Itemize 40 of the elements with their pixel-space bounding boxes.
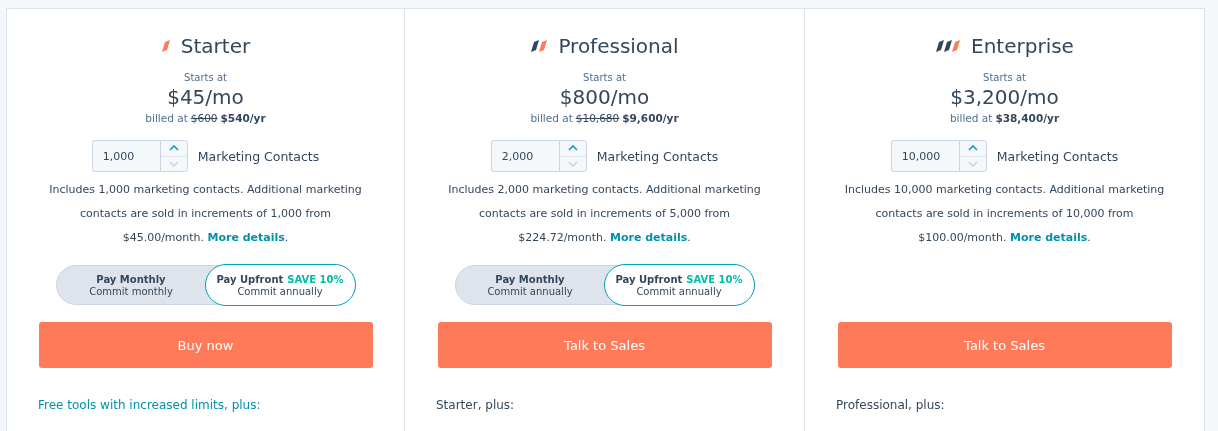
contacts-label: Marketing Contacts xyxy=(197,148,320,164)
yearly-price: $540/yr xyxy=(220,112,266,124)
chevron-down-icon xyxy=(168,160,179,167)
plan-name: Starter xyxy=(180,34,251,58)
payment-option[interactable]: Pay Upfront SAVE 10% Commit annually xyxy=(603,264,755,306)
more-details-link[interactable]: More details xyxy=(207,231,285,244)
contacts-input[interactable]: 1,000 xyxy=(91,140,160,172)
starts-at-label: Starts at xyxy=(583,72,626,83)
contacts-label: Marketing Contacts xyxy=(996,148,1119,164)
monthly-price: $800/mo xyxy=(559,85,650,109)
yearly-price: $38,400/yr xyxy=(995,112,1060,124)
contacts-description: Includes 10,000 marketing contacts. Additional marketing contacts are sold in increments of 10,000 from $100.00/month. More details. xyxy=(843,182,1166,246)
contacts-input[interactable]: 10,000 xyxy=(890,140,959,172)
features-heading: Professional, plus: xyxy=(836,398,945,412)
starts-at-label: Starts at xyxy=(184,72,227,83)
original-price: $600 xyxy=(190,112,218,124)
payment-option[interactable]: Pay Monthly Commit monthly xyxy=(55,265,207,305)
chevron-up-icon xyxy=(168,145,179,152)
chevron-down-icon xyxy=(967,160,978,167)
features-heading: Starter, plus: xyxy=(436,398,515,412)
plan-name: Enterprise xyxy=(971,34,1074,58)
contacts-description: Includes 1,000 marketing contacts. Additional marketing contacts are sold in increments of 1,000 from $45.00/month. More details. xyxy=(48,182,363,246)
monthly-price: $3,200/mo xyxy=(950,85,1059,109)
payment-option[interactable]: Pay Upfront SAVE 10% Commit annually xyxy=(204,264,356,306)
contacts-label: Marketing Contacts xyxy=(596,148,719,164)
billed-at-label: billed at xyxy=(530,112,573,124)
chevron-up-icon xyxy=(567,145,578,152)
yearly-price: $9,600/yr xyxy=(622,112,679,124)
payment-option[interactable]: Pay Monthly Commit annually xyxy=(454,265,606,305)
chevron-up-icon xyxy=(967,145,978,152)
billed-at-label: billed at xyxy=(145,112,188,124)
starts-at-label: Starts at xyxy=(983,72,1026,83)
original-price: $10,680 xyxy=(575,112,620,124)
contacts-input[interactable]: 2,000 xyxy=(490,140,559,172)
monthly-price: $45/mo xyxy=(167,85,244,109)
chevron-down-icon xyxy=(567,160,578,167)
features-heading[interactable]: Free tools with increased limits, plus: xyxy=(38,398,261,412)
contacts-description: Includes 2,000 marketing contacts. Additional marketing contacts are sold in increments of 5,000 from $224.72/month. More details. xyxy=(447,182,762,246)
billed-at-label: billed at xyxy=(949,112,993,124)
plan-name: Professional xyxy=(558,34,679,58)
